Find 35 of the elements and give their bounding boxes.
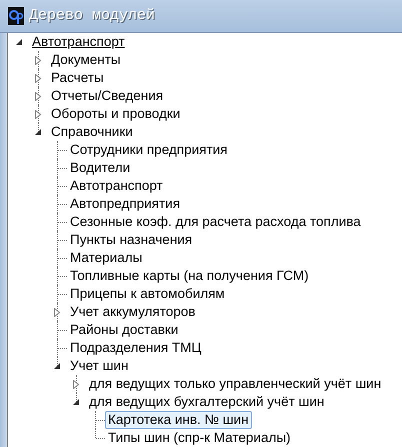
tree-item[interactable]: Автотранспорт [29, 33, 128, 51]
expanded-arrow-icon[interactable] [34, 128, 42, 137]
tree-item[interactable]: Топливные карты (на получения ГСМ) [67, 267, 312, 285]
collapsed-arrow-icon[interactable] [72, 380, 80, 389]
tree-item[interactable]: Документы [48, 51, 124, 69]
tree-item[interactable]: Отчеты/Сведения [48, 87, 166, 105]
collapsed-arrow-icon[interactable] [34, 110, 42, 119]
tree-item[interactable]: Пункты назначения [67, 231, 196, 249]
collapsed-arrow-icon[interactable] [34, 92, 42, 101]
collapsed-arrow-icon[interactable] [34, 74, 42, 83]
tree-item[interactable]: Сотрудники предприятия [67, 141, 230, 159]
tree-item[interactable]: Материалы [67, 249, 146, 267]
app-logo-icon [8, 7, 24, 25]
tree-item[interactable]: Районы доставки [67, 321, 182, 339]
tree-item[interactable]: Учет шин [67, 357, 132, 375]
collapsed-arrow-icon[interactable] [34, 56, 42, 65]
tree-item[interactable]: Расчеты [48, 69, 107, 87]
collapsed-arrow-icon[interactable] [53, 308, 61, 317]
tree-item[interactable]: Сезонные коэф. для расчета расхода топлива [67, 213, 364, 231]
tree-item[interactable]: Картотека инв. № шин [105, 411, 252, 429]
tree-item[interactable]: Автопредприятия [67, 195, 184, 213]
expanded-arrow-icon[interactable] [53, 362, 61, 371]
tree-item[interactable]: для ведущих бухгалтерский учёт шин [86, 393, 328, 411]
tree-item[interactable]: Типы шин (спр-к Материалы) [105, 429, 294, 447]
tree-item[interactable]: Водители [67, 159, 134, 177]
expanded-arrow-icon[interactable] [72, 398, 80, 407]
tree-item[interactable]: Справочники [48, 123, 136, 141]
tree-item[interactable]: Обороты и проводки [48, 105, 184, 123]
window-title: Дерево модулей [29, 6, 156, 26]
expanded-arrow-icon[interactable] [15, 38, 23, 47]
tree-item[interactable]: Учет аккумуляторов [67, 303, 198, 321]
tree-item[interactable]: Прицепы к автомобилям [67, 285, 228, 303]
tree-item[interactable]: Автотранспорт [67, 177, 166, 195]
tree-item[interactable]: Подразделения ТМЦ [67, 339, 204, 357]
tree-item[interactable]: для ведущих только управленческий учёт шин [86, 375, 384, 393]
